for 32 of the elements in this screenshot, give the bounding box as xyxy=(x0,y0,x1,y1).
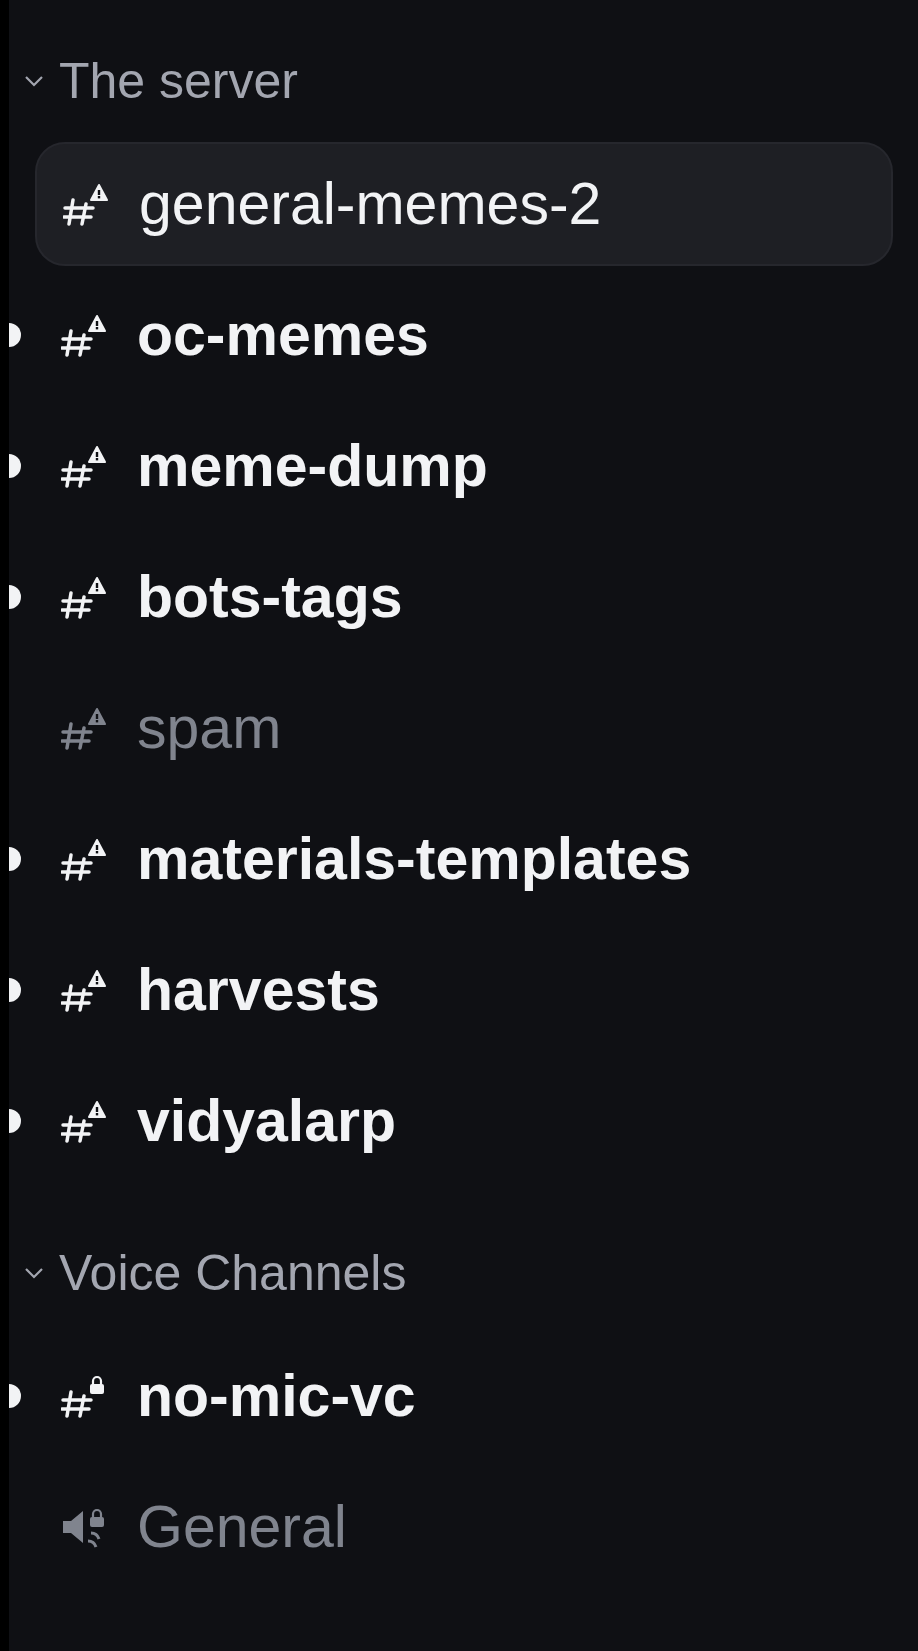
channel-name: harvests xyxy=(137,960,380,1020)
channel-item[interactable]: general-memes-2 xyxy=(35,142,893,266)
channel-name: spam xyxy=(137,698,282,758)
chevron-icon[interactable] xyxy=(23,1266,45,1280)
hashtag-warning-icon xyxy=(61,706,109,750)
channel-item[interactable]: meme-dump xyxy=(35,404,893,528)
channel-name: vidyalarp xyxy=(137,1091,397,1151)
channel-name: oc-memes xyxy=(137,305,429,365)
hashtag-warning-icon xyxy=(61,575,109,619)
channel-item[interactable]: General xyxy=(35,1465,893,1589)
channel-name: no-mic-vc xyxy=(137,1366,416,1426)
channel-name: materials-templates xyxy=(137,829,692,889)
category-title[interactable]: The server xyxy=(59,56,298,106)
hashtag-warning-icon xyxy=(61,837,109,881)
channel-name: General xyxy=(137,1497,347,1557)
hashtag-warning-icon xyxy=(61,313,109,357)
chevron-icon[interactable] xyxy=(23,74,45,88)
channel-item[interactable]: oc-memes xyxy=(35,273,893,397)
channel-item[interactable]: spam xyxy=(35,666,893,790)
channel-item[interactable]: materials-templates xyxy=(35,797,893,921)
channel-item[interactable]: no-mic-vc xyxy=(35,1334,893,1458)
channel-name: bots-tags xyxy=(137,567,403,627)
hashtag-warning-icon xyxy=(61,1099,109,1143)
category-title[interactable]: Voice Channels xyxy=(59,1248,407,1298)
channel-name: general-memes-2 xyxy=(139,174,602,234)
hashtag-warning-icon xyxy=(61,444,109,488)
channel-item[interactable]: harvests xyxy=(35,928,893,1052)
channel-item[interactable]: bots-tags xyxy=(35,535,893,659)
channel-name: meme-dump xyxy=(137,436,488,496)
channel-item[interactable]: vidyalarp xyxy=(35,1059,893,1183)
hashtag-warning-icon xyxy=(61,968,109,1012)
hashtag-warning-icon xyxy=(63,182,111,226)
